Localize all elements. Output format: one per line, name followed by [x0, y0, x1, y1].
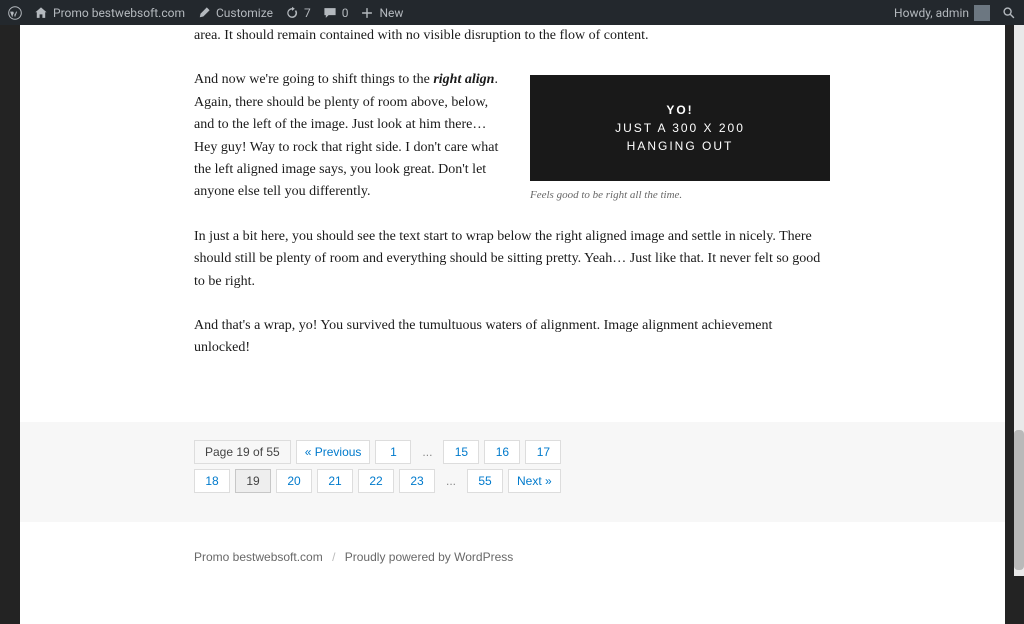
pager-next[interactable]: Next »: [508, 469, 561, 493]
pager-page-22[interactable]: 22: [358, 469, 394, 493]
placeholder-image: YO! JUST A 300 X 200 HANGING OUT: [530, 75, 830, 181]
pager-page-17[interactable]: 17: [525, 440, 561, 464]
search-toggle[interactable]: [1002, 6, 1016, 20]
search-icon: [1002, 6, 1016, 20]
wp-logo[interactable]: [8, 6, 22, 20]
pager-row-2: 181920212223...55 Next »: [194, 469, 830, 493]
pager-page-18[interactable]: 18: [194, 469, 230, 493]
comments-count: 0: [342, 6, 349, 20]
paragraph: In just a bit here, you should see the t…: [194, 226, 830, 293]
wp-admin-bar: Promo bestwebsoft.com Customize 7 0 New …: [0, 0, 1024, 25]
placeholder-image-text: YO! JUST A 300 X 200 HANGING OUT: [615, 101, 745, 155]
pager-page-1[interactable]: 1: [375, 440, 411, 464]
wordpress-icon: [8, 6, 22, 20]
howdy-account[interactable]: Howdy, admin: [894, 5, 990, 21]
brush-icon: [197, 6, 211, 20]
img-line1: YO!: [666, 103, 693, 117]
pager-page-21[interactable]: 21: [317, 469, 353, 493]
scrollbar-thumb[interactable]: [1014, 430, 1024, 570]
update-icon: [285, 6, 299, 20]
paragraph: And that's a wrap, yo! You survived the …: [194, 315, 830, 360]
pager-page-55[interactable]: 55: [467, 469, 503, 493]
customize-text: Customize: [216, 6, 273, 20]
figure-right: YO! JUST A 300 X 200 HANGING OUT Feels g…: [530, 75, 830, 205]
scrollbar-track[interactable]: [1014, 25, 1024, 576]
new-content-link[interactable]: New: [360, 6, 403, 20]
footer-separator: /: [332, 550, 335, 564]
pager-current: 19: [235, 469, 271, 493]
howdy-text: Howdy, admin: [894, 6, 969, 20]
updates-count: 7: [304, 6, 311, 20]
post-content: area. It should remain contained with no…: [34, 25, 990, 422]
footer-powered-link[interactable]: Proudly powered by WordPress: [345, 550, 514, 564]
new-text: New: [379, 6, 403, 20]
footer-site-link[interactable]: Promo bestwebsoft.com: [194, 550, 323, 564]
plus-icon: [360, 6, 374, 20]
avatar: [974, 5, 990, 21]
pager-ellipsis: ...: [440, 469, 462, 493]
img-line2: JUST A 300 X 200: [615, 121, 745, 135]
pager-page-23[interactable]: 23: [399, 469, 435, 493]
pagination-section: Page 19 of 55 « Previous 1...151617 1819…: [20, 422, 1005, 522]
page-indicator: Page 19 of 55: [194, 440, 291, 464]
customize-link[interactable]: Customize: [197, 6, 273, 20]
pager-page-20[interactable]: 20: [276, 469, 312, 493]
pager-page-15[interactable]: 15: [443, 440, 479, 464]
figure-caption: Feels good to be right all the time.: [530, 181, 830, 205]
text-run: . Again, there should be plenty of room …: [194, 72, 498, 199]
comment-icon: [323, 6, 337, 20]
pager-ellipsis: ...: [416, 440, 438, 464]
site-name-text: Promo bestwebsoft.com: [53, 6, 185, 20]
img-line3: HANGING OUT: [627, 139, 734, 153]
emphasis-right-align: right align: [433, 72, 494, 87]
updates-link[interactable]: 7: [285, 6, 311, 20]
pager-page-16[interactable]: 16: [484, 440, 520, 464]
text-run: And now we're going to shift things to t…: [194, 72, 433, 87]
site-name-link[interactable]: Promo bestwebsoft.com: [34, 6, 185, 20]
pager-prev[interactable]: « Previous: [296, 440, 371, 464]
site-footer: Promo bestwebsoft.com / Proudly powered …: [150, 522, 874, 624]
paragraph: area. It should remain contained with no…: [194, 25, 830, 47]
pager-row-1: Page 19 of 55 « Previous 1...151617: [194, 440, 830, 464]
home-icon: [34, 6, 48, 20]
comments-link[interactable]: 0: [323, 6, 349, 20]
